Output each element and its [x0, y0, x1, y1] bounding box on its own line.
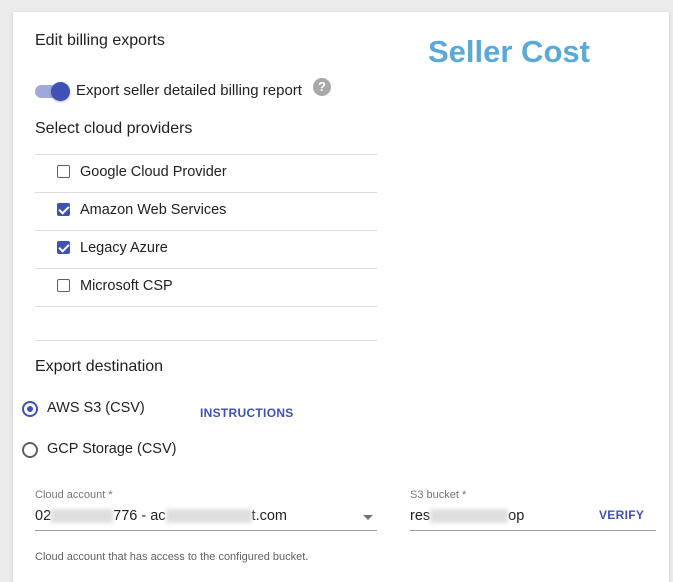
provider-row[interactable]: Legacy Azure [35, 230, 377, 268]
provider-label: Amazon Web Services [80, 202, 227, 218]
panel-title: Edit billing exports [35, 32, 165, 49]
provider-label: Google Cloud Provider [80, 164, 227, 180]
provider-label: Legacy Azure [80, 240, 168, 256]
cloud-account-helper: Cloud account that has access to the con… [35, 551, 309, 563]
s3-bucket-input[interactable]: res op [410, 508, 524, 524]
detailed-report-toggle[interactable] [35, 82, 70, 101]
cloud-account-underline [35, 530, 377, 531]
instructions-link[interactable]: INSTRUCTIONS [200, 406, 294, 420]
cloud-account-value-mid: 776 - ac [113, 508, 166, 524]
cloud-account-label: Cloud account * [35, 489, 113, 501]
provider-row[interactable]: Amazon Web Services [35, 192, 377, 230]
s3-bucket-value-end: op [508, 508, 525, 524]
radio-gcp-storage-label: GCP Storage (CSV) [47, 441, 177, 457]
checkbox-legacy-azure[interactable] [57, 241, 70, 254]
seller-cost-watermark: Seller Cost [428, 34, 590, 69]
redacted-block [51, 509, 114, 524]
question-help-icon[interactable]: ? [313, 78, 331, 96]
radio-gcp-storage[interactable] [22, 442, 38, 458]
s3-bucket-underline [410, 530, 656, 531]
toggle-label: Export seller detailed billing report [76, 82, 302, 99]
provider-row[interactable]: Google Cloud Provider [35, 154, 377, 192]
radio-aws-s3-label: AWS S3 (CSV) [47, 400, 145, 416]
checkbox-aws[interactable] [57, 203, 70, 216]
section-divider [35, 340, 377, 341]
checkbox-google-cloud[interactable] [57, 165, 70, 178]
s3-bucket-value-start: res [410, 508, 431, 524]
billing-exports-card: Edit billing exports Seller Cost Export … [13, 12, 669, 582]
radio-aws-s3[interactable] [22, 401, 38, 417]
verify-button[interactable]: VERIFY [599, 508, 644, 522]
provider-label: Microsoft CSP [80, 278, 173, 294]
s3-bucket-label: S3 bucket * [410, 489, 467, 501]
provider-row[interactable]: Microsoft CSP [35, 268, 377, 307]
provider-list: Google Cloud Provider Amazon Web Service… [35, 154, 377, 307]
toggle-thumb [51, 82, 70, 101]
destination-heading: Export destination [35, 358, 164, 375]
cloud-account-value-start: 02 [35, 508, 52, 524]
dropdown-caret-icon[interactable] [363, 515, 373, 520]
cloud-account-value-end: t.com [251, 508, 287, 524]
providers-heading: Select cloud providers [35, 120, 193, 137]
redacted-block [430, 509, 509, 524]
cloud-account-select[interactable]: 02 776 - ac t.com [35, 508, 287, 524]
redacted-block [165, 509, 252, 524]
checkbox-microsoft-csp[interactable] [57, 279, 70, 292]
